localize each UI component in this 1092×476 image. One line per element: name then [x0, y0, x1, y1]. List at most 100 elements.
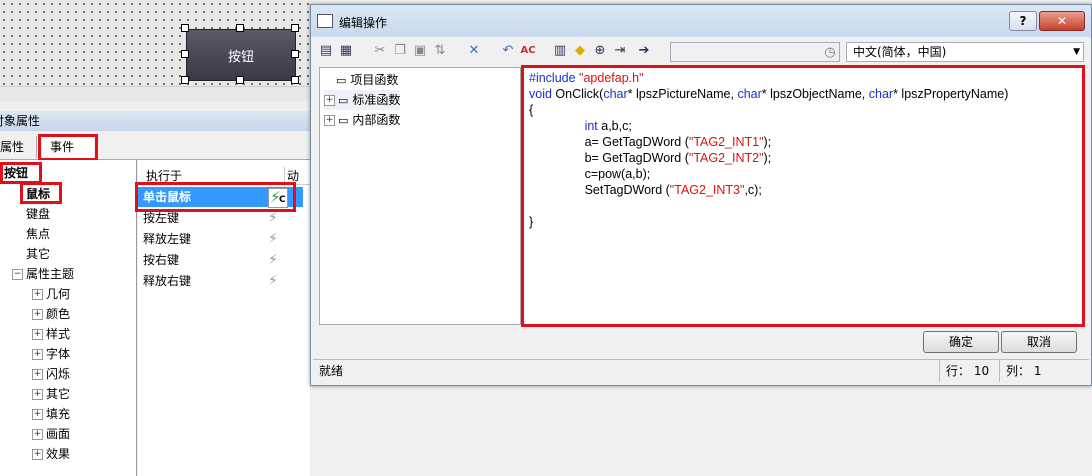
code-token: #include: [529, 71, 580, 85]
expand-icon[interactable]: +: [32, 309, 43, 320]
close-icon: ✕: [1056, 14, 1068, 28]
search-input[interactable]: [670, 42, 840, 62]
tree-item-standard-functions[interactable]: + ▭ 标准函数: [324, 90, 401, 110]
resize-handle[interactable]: [181, 24, 189, 32]
tree-item-other[interactable]: 其它: [26, 244, 50, 264]
import-icon[interactable]: ⊕: [592, 43, 608, 59]
canvas-scrollbar[interactable]: [0, 86, 310, 101]
code-token: }: [529, 215, 534, 229]
collapse-icon[interactable]: −: [12, 269, 23, 280]
code-line[interactable]: b= GetTagDWord ("TAG2_INT2");: [529, 150, 772, 166]
tree-item-label: 几何: [46, 287, 71, 301]
clock-icon[interactable]: ◷: [822, 45, 838, 61]
tree-item-label: 效果: [46, 447, 71, 461]
resize-handle[interactable]: [291, 50, 299, 58]
resize-handle[interactable]: [181, 50, 189, 58]
tree-item-label: 其它: [26, 247, 51, 261]
code-line[interactable]: void OnClick(char* lpszPictureName, char…: [529, 86, 1008, 102]
tree-item-style[interactable]: + 样式: [32, 324, 70, 344]
ok-button[interactable]: 确定: [923, 331, 999, 353]
tree-item-flashing[interactable]: + 闪烁: [32, 364, 70, 384]
code-line[interactable]: {: [529, 102, 533, 118]
copy-icon[interactable]: ❐: [392, 43, 408, 59]
lightning-icon[interactable]: ⚡: [268, 252, 284, 268]
help-button[interactable]: ?: [1009, 11, 1037, 31]
expand-icon[interactable]: +: [324, 95, 335, 106]
grid-icon[interactable]: ▥: [552, 43, 568, 59]
events-list: 执行于 动作 单击鼠标 ⚡ C 按左键 ⚡ 释放左键 ⚡ 按右键 ⚡ 释放右键 …: [135, 160, 310, 476]
dialog-titlebar[interactable]: 编辑操作 ? ✕: [311, 5, 1091, 37]
tree-item-font[interactable]: + 字体: [32, 344, 70, 364]
button-widget[interactable]: 按钮: [186, 29, 296, 81]
event-label: 释放右键: [143, 274, 192, 288]
tree-item-keyboard[interactable]: 键盘: [26, 204, 50, 224]
resize-handle[interactable]: [291, 76, 299, 84]
close-button[interactable]: ✕: [1039, 11, 1085, 31]
code-editor[interactable]: #include "apdefap.h" void OnClick(char* l…: [521, 65, 1085, 327]
expand-icon[interactable]: +: [32, 449, 43, 460]
chevron-down-icon[interactable]: ▼: [1073, 43, 1080, 61]
expand-icon[interactable]: +: [32, 349, 43, 360]
code-token: int: [529, 119, 598, 133]
code-token: {: [529, 103, 534, 117]
code-line[interactable]: }: [529, 214, 533, 230]
export-icon[interactable]: ⇥: [612, 43, 628, 59]
expand-icon[interactable]: +: [32, 389, 43, 400]
code-token: a= GetTagDWord (: [529, 135, 689, 149]
tree-item-fill[interactable]: + 填充: [32, 404, 70, 424]
tree-item-label: 焦点: [26, 227, 51, 241]
lightning-icon[interactable]: ⚡: [268, 273, 284, 289]
code-token: c=pow(a,b);: [529, 167, 651, 181]
expand-icon[interactable]: +: [32, 369, 43, 380]
resize-handle[interactable]: [236, 76, 244, 84]
panel-title-text: 对象属性: [0, 114, 41, 128]
code-token: char: [603, 87, 628, 101]
expand-icon[interactable]: +: [32, 409, 43, 420]
tree-group-property-topics[interactable]: − 属性主题: [12, 264, 74, 284]
compile-icon[interactable]: ▤: [318, 43, 334, 59]
color-code-icon[interactable]: AC: [520, 43, 536, 59]
cancel-button[interactable]: 取消: [1001, 331, 1077, 353]
code-line[interactable]: int a,b,c;: [529, 118, 632, 134]
lightning-icon[interactable]: ⚡: [268, 231, 284, 247]
code-line[interactable]: c=pow(a,b);: [529, 166, 651, 182]
resize-handle[interactable]: [291, 24, 299, 32]
language-select-value: 中文(简体，中国): [853, 45, 947, 59]
cube-icon[interactable]: ◆: [572, 43, 588, 59]
expand-icon[interactable]: +: [32, 429, 43, 440]
tree-item-geometry[interactable]: + 几何: [32, 284, 70, 304]
resize-handle[interactable]: [236, 24, 244, 32]
tree-item-misc[interactable]: + 其它: [32, 384, 70, 404]
lightning-icon[interactable]: ⚡: [268, 210, 284, 226]
format-icon[interactable]: ⇅: [432, 43, 448, 59]
language-select[interactable]: 中文(简体，中国) ▼: [846, 42, 1084, 62]
tree-item-focus[interactable]: 焦点: [26, 224, 50, 244]
expand-icon[interactable]: +: [32, 289, 43, 300]
tree-item-color[interactable]: + 颜色: [32, 304, 70, 324]
tree-item-effects[interactable]: + 效果: [32, 444, 70, 464]
status-bar: 就绪 行： 10 列： 1: [313, 359, 1089, 382]
code-line[interactable]: SetTagDWord ("TAG2_INT3",c);: [529, 182, 762, 198]
arrow-icon[interactable]: ➔: [636, 43, 652, 59]
compile-all-icon[interactable]: ▦: [338, 43, 354, 59]
tab-properties[interactable]: 属性: [0, 136, 37, 158]
code-token: * lpszPropertyName): [893, 87, 1009, 101]
paste-icon[interactable]: ▣: [412, 43, 428, 59]
tree-item-project-functions[interactable]: ▭ 项目函数: [336, 70, 398, 90]
row-label: 行：: [946, 364, 971, 378]
resize-handle[interactable]: [181, 76, 189, 84]
code-line[interactable]: #include "apdefap.h": [529, 70, 644, 86]
expand-icon[interactable]: +: [32, 329, 43, 340]
function-tree: ▭ 项目函数 + ▭ 标准函数 + ▭ 内部函数: [319, 67, 521, 325]
code-line[interactable]: a= GetTagDWord ("TAG2_INT1");: [529, 134, 772, 150]
delete-icon[interactable]: ✕: [466, 43, 482, 59]
expand-icon[interactable]: +: [324, 115, 335, 126]
row-value: 10: [973, 364, 990, 378]
cut-icon[interactable]: ✂: [372, 43, 388, 59]
tree-item-label: 项目函数: [350, 73, 399, 87]
code-token: a,b,c;: [597, 119, 632, 133]
window-icon: [317, 14, 333, 28]
tree-item-picture[interactable]: + 画面: [32, 424, 70, 444]
tree-item-internal-functions[interactable]: + ▭ 内部函数: [324, 110, 400, 130]
undo-icon[interactable]: ↶: [500, 43, 516, 59]
